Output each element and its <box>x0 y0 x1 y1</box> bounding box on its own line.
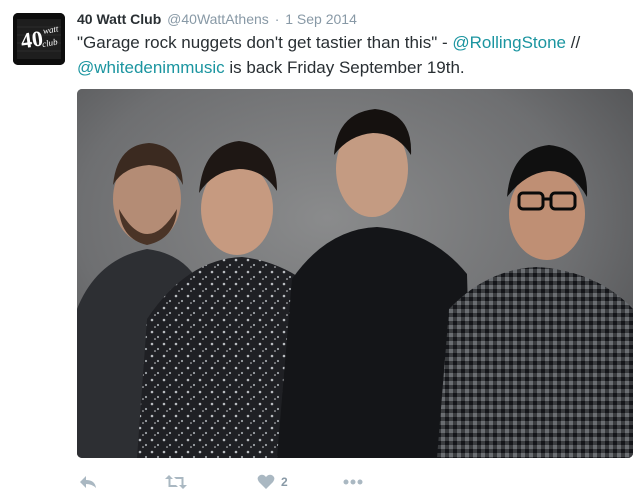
tweet-header: 40 Watt Club @40WattAthens · 1 Sep 2014 <box>77 10 357 28</box>
retweet-icon <box>165 475 187 489</box>
avatar[interactable]: 40 watt club <box>13 13 65 65</box>
tweet-text-part3: is back Friday September 19th. <box>224 58 465 77</box>
mention-whitedenimmusic[interactable]: @whitedenimmusic <box>77 58 225 77</box>
more-icon <box>343 479 363 485</box>
retweet-button[interactable] <box>165 471 187 493</box>
tweet-photo[interactable] <box>77 89 633 458</box>
tweet: 40 watt club 40 Watt Club @40WattAthens … <box>0 0 644 502</box>
heart-icon <box>257 474 275 489</box>
tweet-text: "Garage rock nuggets don't get tastier t… <box>77 30 633 80</box>
band-photo <box>77 89 633 458</box>
separator: · <box>274 11 280 27</box>
tweet-actions: 2 <box>77 471 633 493</box>
more-button[interactable] <box>343 471 363 493</box>
like-count: 2 <box>281 475 288 489</box>
tweet-text-part1: "Garage rock nuggets don't get tastier t… <box>77 33 453 52</box>
avatar-logo: 40 watt club <box>13 13 65 65</box>
tweet-text-part2: // <box>566 33 581 52</box>
handle[interactable]: @40WattAthens <box>167 11 269 27</box>
reply-icon <box>80 476 96 488</box>
timestamp[interactable]: 1 Sep 2014 <box>285 11 357 27</box>
like-button[interactable]: 2 <box>257 471 288 493</box>
mention-rollingstone[interactable]: @RollingStone <box>452 33 566 52</box>
reply-button[interactable] <box>79 471 97 493</box>
display-name[interactable]: 40 Watt Club <box>77 11 161 27</box>
